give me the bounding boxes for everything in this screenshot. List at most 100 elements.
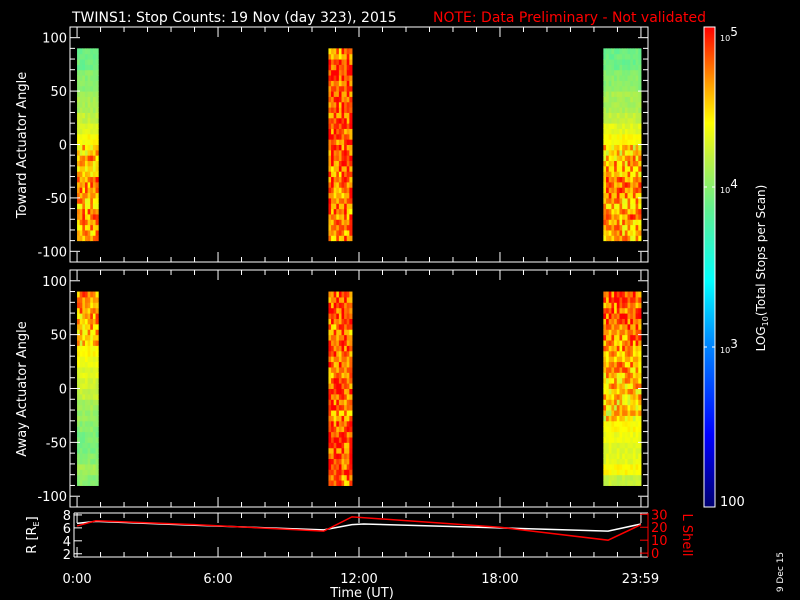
- heatmap-cell: [95, 469, 99, 476]
- heatmap-cell: [95, 229, 99, 236]
- heatmap-cell: [349, 377, 353, 384]
- heatmap-cell: [95, 377, 99, 384]
- heatmap-cell: [638, 415, 642, 422]
- heatmap-cell: [95, 144, 99, 151]
- heatmap-cell: [638, 480, 642, 486]
- heatmap-cell: [95, 107, 99, 113]
- heatmap-cell: [95, 356, 99, 363]
- y2-tick-label: 0: [651, 547, 659, 562]
- heatmap-cell: [95, 410, 99, 416]
- heatmap-cell: [349, 53, 353, 60]
- colorbar: [703, 26, 716, 508]
- heatmap-cell: [638, 133, 642, 140]
- heatmap-cell: [95, 197, 99, 204]
- heatmap-cell: [95, 372, 99, 379]
- heatmap-cell: [95, 181, 99, 188]
- panel-background: [70, 27, 648, 262]
- heatmap-cell: [349, 474, 353, 481]
- heatmap-cell: [95, 112, 99, 119]
- toward-panel: 100 50 0 -50 -100: [37, 26, 649, 263]
- heatmap-cell: [349, 388, 353, 395]
- heatmap-cell: [349, 410, 353, 416]
- heatmap-cell: [95, 208, 99, 215]
- heatmap-cell: [95, 128, 99, 135]
- heatmap-cell: [349, 208, 353, 215]
- heatmap-cell: [638, 176, 642, 183]
- heatmap-cell: [349, 383, 353, 389]
- heatmap-cell: [638, 361, 642, 368]
- heatmap-cell: [638, 69, 642, 76]
- heatmap-cell: [349, 85, 353, 92]
- heatmap-cell: [95, 123, 99, 129]
- twins-stop-counts-plot: TWINS1: Stop Counts: 19 Nov (day 323), 2…: [15, 10, 786, 600]
- heatmap-cell: [95, 307, 99, 314]
- heatmap-cell: [95, 388, 99, 395]
- heatmap-cell: [349, 96, 353, 103]
- heatmap-cell: [349, 426, 353, 433]
- heatmap-cell: [95, 415, 99, 422]
- heatmap-cell: [95, 213, 99, 220]
- heatmap-cell: [95, 59, 99, 65]
- heatmap-cell: [349, 350, 353, 357]
- heatmap-cell: [95, 291, 99, 298]
- heatmap-cell: [95, 404, 99, 411]
- heatmap-cell: [638, 356, 642, 363]
- toward-ylabel: Toward Actuator Angle: [15, 72, 30, 219]
- heatmap-cell: [95, 366, 99, 373]
- r-ylabel: R [RE]: [25, 516, 41, 553]
- colorbar-tick-label: 103: [720, 337, 738, 355]
- heatmap-cell: [638, 197, 642, 204]
- heatmap-cell: [95, 420, 99, 427]
- heatmap-cell: [349, 313, 353, 319]
- heatmap-cell: [95, 69, 99, 76]
- heatmap-cell: [349, 235, 353, 242]
- heatmap-cell: [638, 399, 642, 406]
- heatmap-cell: [638, 458, 642, 465]
- heatmap-cell: [95, 53, 99, 60]
- heatmap-cell: [95, 399, 99, 406]
- heatmap-cell: [95, 447, 99, 454]
- heatmap-cell: [95, 436, 99, 443]
- heatmap-cell: [95, 85, 99, 92]
- heatmap-cell: [349, 107, 353, 113]
- colorbar-tick-exponent: 4: [730, 177, 738, 191]
- heatmap-cell: [349, 356, 353, 363]
- x-tick-label: 12:00: [340, 572, 377, 587]
- heatmap-cell: [349, 128, 353, 135]
- heatmap-cell: [638, 474, 642, 481]
- heatmap-cell: [95, 91, 99, 97]
- heatmap-cell: [349, 139, 353, 145]
- heatmap-cell: [638, 160, 642, 167]
- heatmap-cell: [638, 128, 642, 135]
- heatmap-cell: [638, 187, 642, 194]
- heatmap-cell: [638, 323, 642, 330]
- heatmap-cell: [349, 296, 353, 303]
- heatmap-cell: [95, 463, 99, 470]
- heatmap-cell: [95, 426, 99, 433]
- heatmap-cell: [95, 48, 99, 55]
- heatmap-cell: [349, 187, 353, 194]
- heatmap-cell: [638, 463, 642, 470]
- heatmap-cell: [95, 323, 99, 330]
- heatmap-cell: [349, 229, 353, 236]
- heatmap-cell: [349, 123, 353, 129]
- heatmap-cell: [349, 345, 353, 352]
- heatmap-cell: [95, 313, 99, 319]
- heatmap-cell: [638, 345, 642, 352]
- heatmap-cell: [349, 361, 353, 368]
- heatmap-cell: [349, 447, 353, 454]
- colorbar-label: LOG10(Total Stops per Scan): [754, 185, 770, 352]
- heatmap-cell: [95, 101, 99, 108]
- heatmap-cell: [349, 302, 353, 309]
- heatmap-cell: [638, 123, 642, 129]
- heatmap-cell: [349, 75, 353, 81]
- heatmap-cell: [95, 149, 99, 156]
- heatmap-cell: [95, 187, 99, 194]
- heatmap-cell: [349, 458, 353, 465]
- date-stamp: 9 Dec 15: [776, 552, 786, 592]
- heatmap-cell: [349, 469, 353, 476]
- heatmap-cell: [349, 340, 353, 346]
- heatmap-cell: [638, 318, 642, 325]
- heatmap-cell: [638, 117, 642, 124]
- preliminary-note: NOTE: Data Preliminary - Not validated: [433, 10, 706, 26]
